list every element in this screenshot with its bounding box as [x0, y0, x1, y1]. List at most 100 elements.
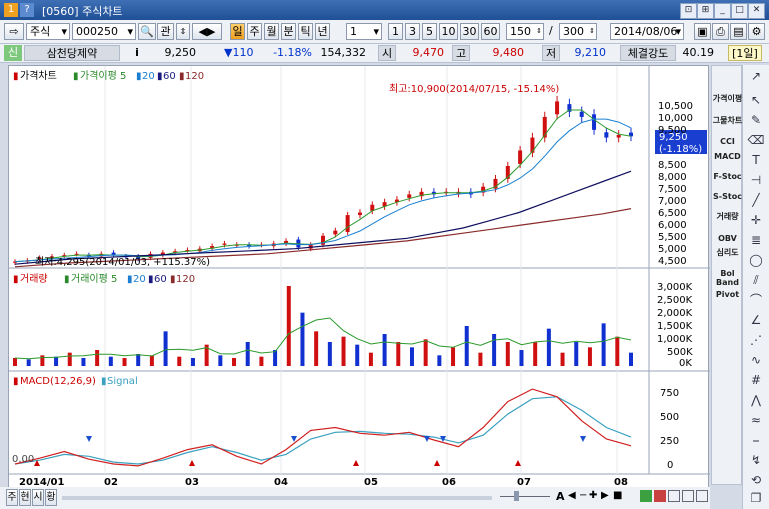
- window-layout-icon[interactable]: [682, 490, 694, 502]
- price-y-label: 4,500: [658, 256, 687, 267]
- text-tool-icon[interactable]: T: [746, 151, 766, 169]
- window-number-icon[interactable]: 1: [4, 3, 18, 17]
- stop-icon[interactable]: ■: [613, 490, 622, 501]
- period-week-button[interactable]: 주: [247, 23, 262, 40]
- zoom-slider[interactable]: [500, 491, 550, 501]
- date-input[interactable]: 2014/08/06 ▾: [610, 23, 684, 40]
- save-icon[interactable]: ▣: [694, 23, 711, 40]
- elliott-tool-icon[interactable]: ≈: [746, 411, 766, 429]
- recent-icon[interactable]: ⟲: [746, 471, 766, 489]
- info-icon[interactable]: i: [130, 45, 144, 61]
- count-max-input[interactable]: 300 ⇕: [559, 23, 597, 40]
- minute-60-button[interactable]: 60: [481, 23, 500, 40]
- zigzag-tool-icon[interactable]: ⋀: [746, 391, 766, 409]
- indicator-psy-button[interactable]: 심리도: [712, 248, 743, 257]
- updown-icon[interactable]: ⇕: [176, 23, 190, 40]
- period-year-button[interactable]: 년: [315, 23, 330, 40]
- search-icon[interactable]: 🔍: [138, 23, 156, 40]
- cross-arrow-icon: [434, 460, 440, 466]
- channel-tool-icon[interactable]: ⫽: [746, 271, 766, 289]
- legend-vma60-marker: ▮: [148, 274, 154, 285]
- volume-bar: [177, 356, 182, 366]
- circle-tool-icon[interactable]: ◯: [746, 251, 766, 269]
- indicator-fstoc-button[interactable]: F-Stoc: [712, 172, 743, 181]
- close-icon[interactable]: ✕: [748, 3, 765, 19]
- period-month-button[interactable]: 월: [264, 23, 279, 40]
- arc-tool-icon[interactable]: ⌒: [746, 291, 766, 309]
- settings-icon[interactable]: ⊞: [697, 3, 714, 19]
- tab-market[interactable]: 시: [32, 489, 44, 506]
- cross-arrow-icon: [189, 460, 195, 466]
- layout-icon[interactable]: ▤: [730, 23, 747, 40]
- scroll-track[interactable]: [62, 496, 492, 500]
- price-y-label: 5,500: [658, 232, 687, 243]
- tab-status[interactable]: 황: [45, 489, 57, 506]
- line-tool-icon[interactable]: ↗: [746, 67, 766, 85]
- period-day-button[interactable]: 일: [230, 23, 245, 40]
- market-select[interactable]: 주식 ▾: [26, 23, 70, 40]
- font-size-icon[interactable]: A: [556, 490, 565, 503]
- print-preview-icon[interactable]: [654, 490, 666, 502]
- minute-3-button[interactable]: 3: [405, 23, 420, 40]
- drawing-toolbar: ↗ ↖ ✎ ⌫ T ⊣ ╱ ✛ ≣ ◯ ⫽ ⌒ ∠ ⋰ ∿ # ⋀ ≈ ⎯ ↯ …: [742, 65, 769, 509]
- legend-ma120-label: 120: [185, 71, 204, 82]
- indicator-ma-button[interactable]: 가격이평: [712, 94, 743, 103]
- eraser-icon[interactable]: ✎: [746, 111, 766, 129]
- hline-tool-icon[interactable]: ⊣: [746, 171, 766, 189]
- indicator-bolband-button[interactable]: Bol Band: [712, 269, 743, 287]
- cross-tool-icon[interactable]: ✛: [746, 211, 766, 229]
- count-input[interactable]: 150 ⇕: [506, 23, 544, 40]
- maximize-icon[interactable]: □: [731, 3, 748, 19]
- cursor-icon[interactable]: ↖: [746, 91, 766, 109]
- fibo-tool-icon[interactable]: ≣: [746, 231, 766, 249]
- grid-tool-icon[interactable]: #: [746, 371, 766, 389]
- link-icon[interactable]: ⇨: [4, 23, 24, 40]
- minute-5-button[interactable]: 5: [422, 23, 437, 40]
- zoom-in-icon[interactable]: ✚: [589, 490, 597, 501]
- scroll-right-icon[interactable]: ▶: [601, 490, 609, 501]
- gwan-button[interactable]: 관: [157, 23, 174, 40]
- wave-tool-icon[interactable]: ∿: [746, 351, 766, 369]
- copy-icon[interactable]: ❐: [746, 489, 766, 507]
- indicator-net-button[interactable]: 그물차트: [712, 116, 743, 125]
- window-full-icon[interactable]: [696, 490, 708, 502]
- scroll-left-icon[interactable]: ◀: [568, 490, 576, 501]
- period-tick-button[interactable]: 틱: [298, 23, 313, 40]
- minimize-icon[interactable]: _: [714, 3, 731, 19]
- gann-tool-icon[interactable]: ⋰: [746, 331, 766, 349]
- interval-select[interactable]: 1 ▾: [346, 23, 382, 40]
- legend-ma120-marker: ▮: [179, 71, 185, 82]
- period-line-icon[interactable]: ⎯: [746, 431, 766, 449]
- zoom-out-icon[interactable]: −: [579, 490, 587, 501]
- indicator-volume-button[interactable]: 거래량: [712, 212, 743, 221]
- pin-icon[interactable]: ⊡: [680, 3, 697, 19]
- chart-area[interactable]: ▮ 가격차트 ▮ 가격이평 5 ▮ 20 ▮ 60 ▮ 120 ▮ 거래량 ▮ …: [8, 65, 710, 488]
- volume-bar: [163, 331, 168, 366]
- indicator-pivot-button[interactable]: Pivot: [712, 290, 743, 299]
- price-y-label: 9,500: [658, 125, 687, 136]
- indicator-macd-button[interactable]: MACD: [712, 152, 743, 161]
- tab-main[interactable]: 주: [6, 489, 18, 506]
- period-minute-button[interactable]: 분: [281, 23, 296, 40]
- ma60-line: [14, 170, 632, 265]
- help-icon[interactable]: ?: [20, 3, 34, 17]
- volume-bar: [437, 355, 442, 366]
- code-input[interactable]: 000250 ▾: [72, 23, 136, 40]
- config-icon[interactable]: ⚙: [748, 23, 765, 40]
- indicator-obv-button[interactable]: OBV: [712, 234, 743, 243]
- stepper-icon[interactable]: ◀▶: [192, 23, 222, 40]
- minute-1-button[interactable]: 1: [388, 23, 403, 40]
- indicator-cci-button[interactable]: CCI: [712, 137, 743, 146]
- erase-all-icon[interactable]: ⌫: [746, 131, 766, 149]
- volume-bar: [492, 334, 497, 366]
- export-icon[interactable]: [640, 490, 652, 502]
- auto-trend-icon[interactable]: ↯: [746, 451, 766, 469]
- minute-10-button[interactable]: 10: [439, 23, 458, 40]
- indicator-sstoc-button[interactable]: S-Stoc: [712, 192, 743, 201]
- minute-30-button[interactable]: 30: [460, 23, 479, 40]
- angle-tool-icon[interactable]: ∠: [746, 311, 766, 329]
- trend-tool-icon[interactable]: ╱: [746, 191, 766, 209]
- window-split-icon[interactable]: [668, 490, 680, 502]
- tab-current[interactable]: 현: [19, 489, 31, 506]
- print-icon[interactable]: ⎙: [712, 23, 729, 40]
